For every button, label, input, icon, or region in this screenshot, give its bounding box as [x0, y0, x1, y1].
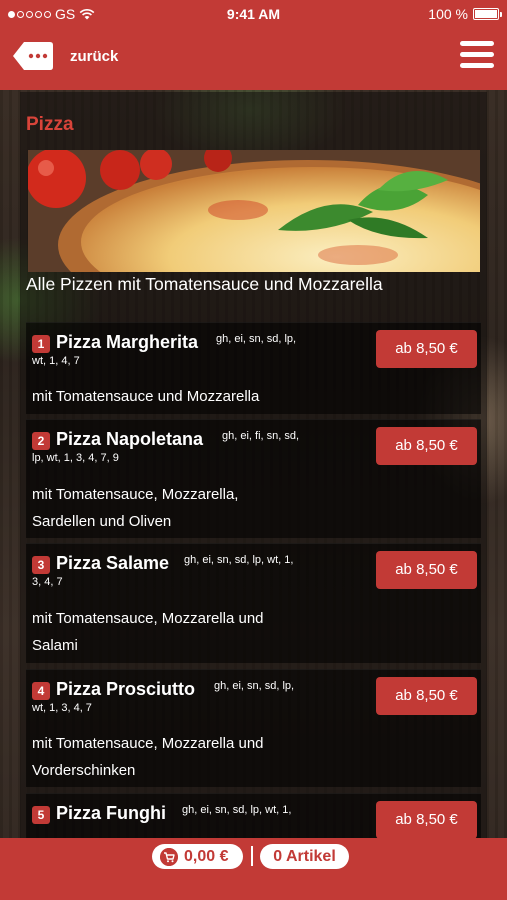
product-item[interactable]: 4 Pizza Prosciutto gh, ei, sn, sd, lp, w…: [26, 669, 481, 787]
article-count-button[interactable]: 0 Artikel: [260, 844, 349, 869]
product-item[interactable]: 2 Pizza Napoletana gh, ei, fi, sn, sd, l…: [26, 419, 481, 538]
battery-percent: 100 %: [428, 6, 468, 22]
item-description: mit Tomatensauce, Mozzarella,: [32, 486, 239, 503]
price-button[interactable]: ab 8,50 €: [376, 677, 477, 715]
hamburger-menu-icon[interactable]: [460, 41, 496, 71]
item-allergens: gh, ei, sn, sd, lp,: [216, 333, 297, 345]
product-item[interactable]: 1 Pizza Margherita gh, ei, sn, sd, lp, w…: [26, 322, 481, 414]
battery-status: 100 %: [428, 6, 502, 22]
product-item[interactable]: 3 Pizza Salame gh, ei, sn, sd, lp, wt, 1…: [26, 543, 481, 663]
item-allergens: gh, ei, sn, sd, lp, wt, 1,: [184, 554, 294, 566]
footer-divider: [251, 846, 253, 866]
product-list: 1 Pizza Margherita gh, ei, sn, sd, lp, w…: [26, 322, 481, 840]
item-description-cont: Vorderschinken: [32, 762, 136, 779]
section-description: Alle Pizzen mit Tomatensauce und Mozzare…: [26, 274, 383, 294]
item-description-cont: Sardellen und Oliven: [32, 513, 172, 530]
item-description-cont: Salami: [32, 637, 78, 654]
item-number: 5: [32, 806, 50, 824]
product-item[interactable]: 5 Pizza Funghi gh, ei, sn, sd, lp, wt, 1…: [26, 793, 481, 840]
cart-total-button[interactable]: 0,00 €: [152, 844, 243, 869]
pizza-hero-image: [28, 150, 480, 272]
item-description: mit Tomatensauce, Mozzarella und: [32, 610, 264, 627]
top-bar: GS 9:41 AM 100 % zurück: [0, 0, 507, 90]
price-button[interactable]: ab 8,50 €: [376, 427, 477, 465]
back-label[interactable]: zurück: [70, 48, 118, 65]
item-allergens-cont: lp, wt, 1, 3, 4, 7, 9: [32, 452, 119, 464]
item-allergens: gh, ei, fi, sn, sd,: [222, 430, 300, 442]
item-description: mit Tomatensauce, Mozzarella und: [32, 735, 264, 752]
item-allergens-cont: wt, 1, 3, 4, 7: [32, 702, 92, 714]
cart-total: 0,00 €: [184, 848, 229, 865]
menu-panel: Pizza Alle Pizzen mit Tomatensauce und M…: [20, 92, 487, 840]
item-allergens-cont: 3, 4, 7: [32, 576, 63, 588]
item-name[interactable]: Pizza Funghi: [56, 803, 166, 824]
item-allergens: gh, ei, sn, sd, lp,: [214, 680, 295, 692]
section-title: Pizza: [26, 114, 74, 135]
price-button[interactable]: ab 8,50 €: [376, 801, 477, 839]
item-allergens-cont: wt, 1, 4, 7: [32, 355, 80, 367]
shopping-cart-icon: [160, 848, 178, 866]
status-bar: GS 9:41 AM 100 %: [0, 0, 507, 28]
battery-icon: [473, 8, 502, 20]
cart-footer: 0,00 € 0 Artikel: [0, 838, 507, 900]
back-chat-icon[interactable]: [12, 40, 54, 72]
item-description: mit Tomatensauce und Mozzarella: [32, 388, 260, 405]
item-allergens: gh, ei, sn, sd, lp, wt, 1,: [182, 804, 292, 816]
price-button[interactable]: ab 8,50 €: [376, 551, 477, 589]
item-name[interactable]: Pizza Salame: [56, 553, 169, 574]
price-button[interactable]: ab 8,50 €: [376, 330, 477, 368]
